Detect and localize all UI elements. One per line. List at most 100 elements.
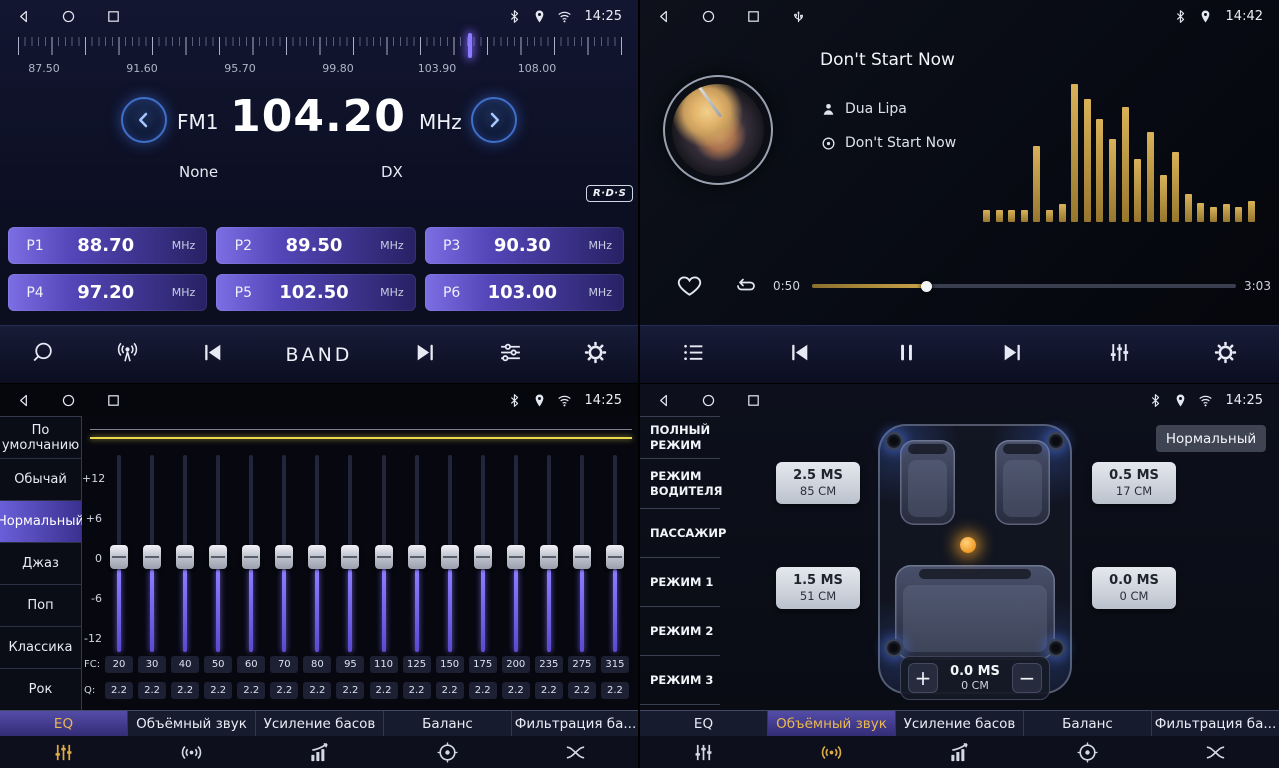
nav-home-icon[interactable] <box>61 393 76 408</box>
player-settings-button[interactable] <box>1213 340 1238 369</box>
prev-track-button[interactable] <box>787 340 812 369</box>
surround-mode-1[interactable]: РЕЖИМ 1 <box>640 558 720 607</box>
tab-bass-boost[interactable]: Усиление басов <box>256 711 384 736</box>
eq-preset-6[interactable]: Рок <box>0 669 81 711</box>
surround-preset-button[interactable]: Нормальный <box>1156 425 1266 452</box>
preset-unit: MHz <box>578 239 612 252</box>
eq-slider-knob[interactable] <box>540 545 558 569</box>
surround-mode-3[interactable]: РЕЖИМ 3 <box>640 656 720 705</box>
tab-surround-sound-button[interactable] <box>768 736 896 768</box>
tab-surround-sound[interactable]: Объёмный звук <box>128 711 256 736</box>
eq-slider-knob[interactable] <box>209 545 227 569</box>
tab-filter-button[interactable] <box>511 736 639 768</box>
eq-slider-knob[interactable] <box>275 545 293 569</box>
eq-slider-knob[interactable] <box>375 545 393 569</box>
nav-recent-icon[interactable] <box>106 9 121 24</box>
eq-slider-knob[interactable] <box>408 545 426 569</box>
frequency-scale-label: 87.50 <box>28 62 60 75</box>
progress-knob[interactable] <box>921 281 932 292</box>
pause-button[interactable] <box>894 340 919 369</box>
tab-eq-button[interactable] <box>640 736 768 768</box>
radio-settings-button[interactable] <box>583 340 608 369</box>
speaker-rear-right[interactable] <box>1047 639 1065 657</box>
tab-balance-button[interactable] <box>383 736 511 768</box>
tab-bass-boost[interactable]: Усиление басов <box>896 711 1024 736</box>
balance-icon <box>1076 741 1099 764</box>
scan-button[interactable] <box>30 340 55 369</box>
tab-balance[interactable]: Баланс <box>384 711 512 736</box>
eq-preset-5[interactable]: Классика <box>0 627 81 669</box>
tab-filter-button[interactable] <box>1151 736 1279 768</box>
tab-eq-button[interactable] <box>0 736 128 768</box>
tab-filter[interactable]: Фильтрация ба... <box>512 711 639 736</box>
nav-back-icon[interactable] <box>16 393 31 408</box>
preset-p3[interactable]: P3 90.30 MHz <box>425 227 624 264</box>
eq-band-q: 2.2 <box>336 682 364 699</box>
nav-home-icon[interactable] <box>61 9 76 24</box>
tab-balance-button[interactable] <box>1023 736 1151 768</box>
radio-eq-button[interactable] <box>498 340 523 369</box>
eq-preset-2[interactable]: Нормальный <box>0 501 81 543</box>
next-station-button[interactable] <box>413 340 438 369</box>
favorite-button[interactable] <box>676 272 703 303</box>
nav-home-icon[interactable] <box>701 393 716 408</box>
eq-preset-3[interactable]: Джаз <box>0 543 81 585</box>
surround-driver-mode[interactable]: РЕЖИМ ВОДИТЕЛЯ <box>640 459 720 509</box>
eq-slider-knob[interactable] <box>606 545 624 569</box>
tab-eq[interactable]: EQ <box>640 711 768 736</box>
eq-slider-knob[interactable] <box>573 545 591 569</box>
surround-mode-2[interactable]: РЕЖИМ 2 <box>640 607 720 656</box>
eq-slider-knob[interactable] <box>474 545 492 569</box>
nav-recent-icon[interactable] <box>106 393 121 408</box>
nav-recent-icon[interactable] <box>746 393 761 408</box>
eq-slider-knob[interactable] <box>143 545 161 569</box>
repeat-button[interactable] <box>734 274 758 302</box>
band-button[interactable]: BAND <box>286 344 353 366</box>
player-eq-button[interactable] <box>1107 340 1132 369</box>
delay-decrease-button[interactable]: − <box>1012 663 1042 693</box>
eq-preset-1[interactable]: Обычай <box>0 459 81 501</box>
tune-down-button[interactable] <box>121 97 167 143</box>
eq-slider-knob[interactable] <box>341 545 359 569</box>
delay-increase-button[interactable]: + <box>908 663 938 693</box>
playlist-button[interactable] <box>681 340 706 369</box>
nav-back-icon[interactable] <box>16 9 31 24</box>
nav-back-icon[interactable] <box>656 9 671 24</box>
preset-p5[interactable]: P5 102.50 MHz <box>216 274 415 311</box>
speaker-rear-left[interactable] <box>885 639 903 657</box>
album-photo <box>672 84 764 176</box>
tab-bass-boost-button[interactable] <box>256 736 384 768</box>
speaker-front-left[interactable] <box>885 432 903 450</box>
eq-slider-knob[interactable] <box>242 545 260 569</box>
preset-p6[interactable]: P6 103.00 MHz <box>425 274 624 311</box>
eq-preset-0[interactable]: По умолчанию <box>0 417 81 459</box>
tab-filter[interactable]: Фильтрация ба... <box>1152 711 1279 736</box>
frequency-ruler[interactable] <box>18 37 622 55</box>
eq-slider-knob[interactable] <box>507 545 525 569</box>
eq-slider-knob[interactable] <box>441 545 459 569</box>
tab-surround-sound-button[interactable] <box>128 736 256 768</box>
tab-eq[interactable]: EQ <box>0 711 128 736</box>
tune-up-button[interactable] <box>471 97 517 143</box>
eq-slider-knob[interactable] <box>308 545 326 569</box>
nav-home-icon[interactable] <box>701 9 716 24</box>
tab-bass-boost-button[interactable] <box>896 736 1024 768</box>
tab-surround-sound[interactable]: Объёмный звук <box>768 711 896 736</box>
nav-recent-icon[interactable] <box>746 9 761 24</box>
surround-passenger-mode[interactable]: ПАССАЖИР <box>640 509 720 558</box>
broadcast-button[interactable] <box>115 340 140 369</box>
speaker-front-right[interactable] <box>1047 432 1065 450</box>
eq-slider-knob[interactable] <box>176 545 194 569</box>
prev-station-button[interactable] <box>200 340 225 369</box>
nav-back-icon[interactable] <box>656 393 671 408</box>
progress-bar[interactable] <box>812 284 1236 288</box>
tab-balance[interactable]: Баланс <box>1024 711 1152 736</box>
preset-p2[interactable]: P2 89.50 MHz <box>216 227 415 264</box>
next-track-button[interactable] <box>1000 340 1025 369</box>
preset-p4[interactable]: P4 97.20 MHz <box>8 274 207 311</box>
eq-preset-4[interactable]: Поп <box>0 585 81 627</box>
eq-slider-knob[interactable] <box>110 545 128 569</box>
listening-position-dot[interactable] <box>960 537 976 553</box>
surround-full-mode[interactable]: ПОЛНЫЙ РЕЖИМ <box>640 417 720 459</box>
preset-p1[interactable]: P1 88.70 MHz <box>8 227 207 264</box>
